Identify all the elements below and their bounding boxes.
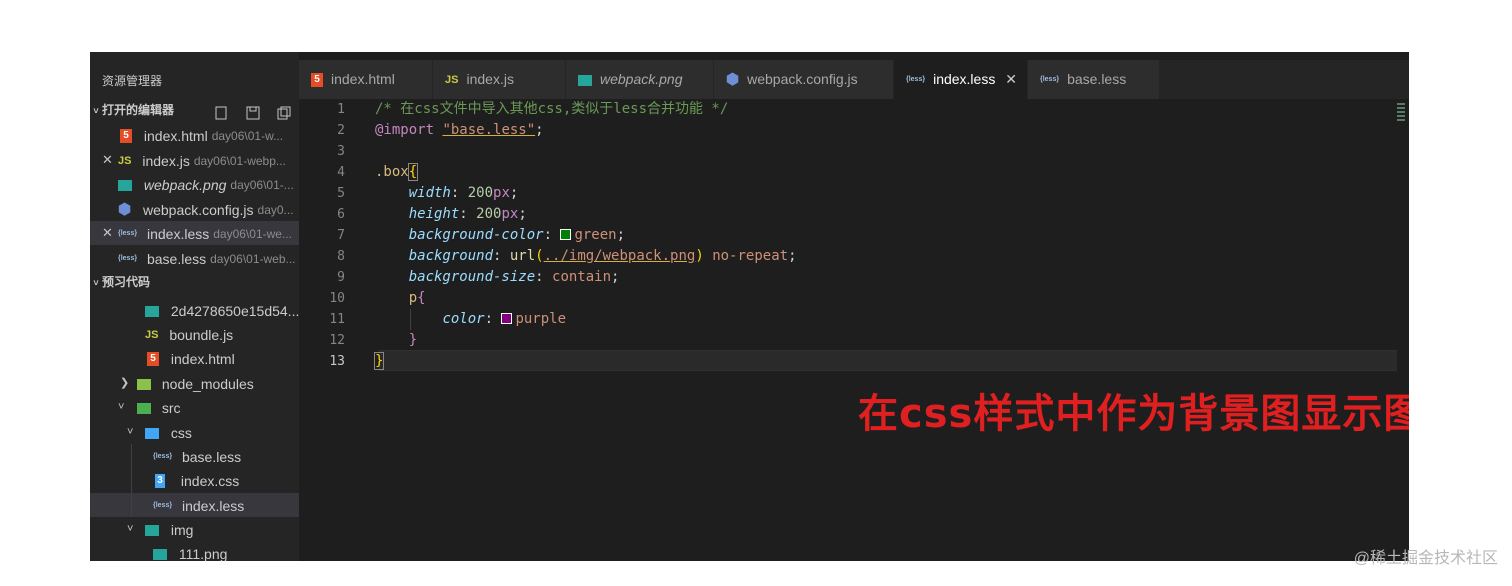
line-number: 12 [329,333,345,348]
tree-item[interactable]: ❯ node_modules [90,371,299,395]
less-file-icon: {less} [118,255,138,263]
js-file-icon: JS [445,74,459,87]
open-editors-actions [200,98,291,122]
tree-item[interactable]: 3 index.css [90,468,299,492]
less-file-icon: {less} [906,76,926,84]
open-editors-header[interactable]: ˅ 打开的编辑器 [90,98,299,122]
folder-icon [137,378,151,390]
line-number: 4 [337,165,345,180]
line-number: 6 [337,207,345,222]
image-file-icon [145,305,159,317]
open-editor-item[interactable]: webpack.png day06\01-... [90,172,299,196]
open-editor-item[interactable]: 5 index.html day06\01-w... [90,123,299,147]
open-editor-item[interactable]: {less} base.less day06\01-web... [90,246,299,270]
save-all-icon[interactable] [246,104,260,120]
line-number: 1 [337,102,345,117]
color-swatch-purple[interactable] [501,313,513,324]
tree-item[interactable]: {less} index.less [90,493,299,517]
annotation-text: 在css样式中作为背景图显示图片 [858,391,1409,437]
explorer-sidebar: 资源管理器 ˅ 打开的编辑器 5 index.html day06\01-w... … [90,52,299,561]
close-all-icon[interactable] [277,104,291,120]
line-number: 2 [337,123,345,138]
tree-item[interactable]: {less} base.less [90,444,299,468]
tree-item[interactable]: ˅ css [90,420,299,444]
line-number: 9 [337,270,345,285]
chevron-down-icon: ˅ [93,106,99,116]
code-line: background-color: green; [408,227,626,243]
watermark: @稀土掘金技术社区 [1353,550,1498,567]
html-file-icon: 5 [147,352,159,367]
tab-bar: 5 index.html JS index.js webpack.png ⬢ webp… [299,60,1409,99]
image-file-icon [578,74,592,86]
tab-webpack-png[interactable]: webpack.png [566,60,714,99]
chevron-right-icon: ❯ [120,377,130,389]
line-number: 5 [337,186,345,201]
code-line: .box{ [375,163,419,181]
line-number: 10 [329,291,345,306]
tree-item[interactable]: JS boundle.js [90,322,299,346]
folder-icon [137,402,151,414]
less-file-icon: {less} [153,502,173,510]
less-file-icon: {less} [118,230,138,238]
new-untitled-file-icon[interactable] [214,104,228,120]
tab-index-js[interactable]: JS index.js [433,60,566,99]
tab-base-less[interactable]: {less} base.less [1028,60,1160,99]
line-number: 7 [337,228,345,243]
html-file-icon: 5 [311,73,323,88]
code-line: } [373,352,385,370]
color-swatch-green[interactable] [560,229,572,240]
js-file-icon: JS [145,329,159,342]
minimap[interactable] [1397,103,1407,129]
editor-window: 资源管理器 ˅ 打开的编辑器 5 index.html day06\01-w... … [90,52,1409,561]
code-line: height: 200px; [408,206,527,222]
tree-item[interactable]: 5 index.html [90,346,299,370]
close-icon[interactable]: ✕ [1005,60,1017,99]
line-number: 3 [337,144,345,159]
close-icon[interactable]: ✕ [102,148,113,172]
chevron-down-icon: ˅ [127,426,134,438]
html-file-icon: 5 [120,129,132,144]
line-number: 8 [337,249,345,264]
current-line-highlight [379,350,1397,371]
webpack-config-icon: ⬢ [118,201,132,219]
image-file-icon [118,179,132,191]
code-line: width: 200px; [408,185,519,201]
chevron-down-icon: ˅ [93,278,99,288]
code-line: background: url(../img/webpack.png) no-r… [408,248,797,264]
tree-item[interactable]: 2d4278650e15d54... [90,298,299,322]
folder-icon [145,427,159,439]
code-line: color: purple [442,311,567,327]
less-file-icon: {less} [153,453,173,461]
line-number: 13 [329,354,345,369]
open-editor-item[interactable]: ✕ {less} index.less day06\01-we... [90,221,299,245]
webpack-config-icon: ⬢ [726,71,740,89]
tab-index-html[interactable]: 5 index.html [299,60,433,99]
chevron-down-icon: ˅ [127,523,134,535]
close-icon[interactable]: ✕ [102,221,113,245]
tree-item[interactable]: ˅ img [90,517,299,541]
folder-icon [145,524,159,536]
code-line: /* 在css文件中导入其他css,类似于less合并功能 */ [375,101,729,117]
tree-item[interactable]: ˅ src [90,395,299,419]
project-header[interactable]: ˅ 预习代码 [90,270,299,294]
tab-webpack-config[interactable]: ⬢ webpack.config.js [714,60,894,99]
css-file-icon: 3 [155,474,165,489]
code-line: } [408,332,418,348]
indent-guide [410,309,411,330]
image-file-icon [153,548,167,560]
js-file-icon: JS [118,155,132,168]
code-line: background-size: contain; [408,269,620,285]
less-file-icon: {less} [1040,76,1060,84]
code-line: @import "base.less"; [375,122,544,138]
tab-index-less[interactable]: {less} index.less ✕ [894,60,1028,99]
indent-guide [131,444,132,517]
code-editor[interactable]: 1 2 3 4 5 6 7 8 9 10 11 12 13 /* 在css文件中… [299,99,1409,561]
open-editor-item[interactable]: ✕ JS index.js day06\01-webp... [90,148,299,172]
explorer-title: 资源管理器 [102,74,163,88]
open-editor-item[interactable]: ⬢ webpack.config.js day0... [90,197,299,221]
code-line: p{ [408,290,426,306]
chevron-down-icon: ˅ [118,401,125,413]
tree-item[interactable]: 111.png [90,541,299,561]
line-number: 11 [329,312,345,327]
